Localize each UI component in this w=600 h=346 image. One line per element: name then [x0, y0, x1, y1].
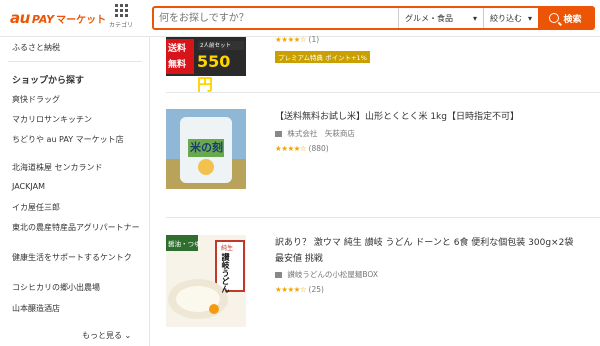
premium-badge: プレミアム特典 ポイント+1%: [275, 51, 370, 63]
star-rating-icon: ★★★★☆: [275, 144, 307, 153]
star-rating-icon: ★★★★☆: [275, 285, 307, 294]
chevron-down-icon: ▾: [527, 13, 532, 23]
logo-market: マーケット: [56, 15, 107, 26]
product-list: 送料 無料 2人前セット 550円 ★★★★☆ (1) プレミアム特典 ポイント…: [150, 35, 600, 346]
shops-heading: ショップから探す: [12, 76, 85, 86]
rating-count: (25): [308, 285, 324, 294]
divider: [8, 61, 142, 62]
filter-select[interactable]: 絞り込む ▾: [483, 8, 538, 28]
product-title[interactable]: 【送料無料お試し米】山形とくとく米 1kg【日時指定不可】: [275, 109, 519, 122]
search-icon: [549, 13, 560, 23]
product-title[interactable]: 訳あり？ 激ウマ 純生 讃岐 うどん ドーンと 6食 便利な個包装 300g×2…: [275, 235, 600, 248]
sidebar-shop-item[interactable]: 山本醸造酒店: [12, 303, 60, 314]
star-rating-icon: ★★★★☆: [275, 35, 307, 44]
rating: ★★★★☆ (1): [275, 35, 319, 44]
product-title-line2[interactable]: 最安値 挑戦: [275, 251, 323, 264]
rating-count: (1): [308, 35, 320, 44]
shop-name-label: 讃岐うどんの小松屋麺BOX: [287, 270, 378, 279]
filter-select-label: 絞り込む: [490, 13, 522, 23]
sidebar-shop-item[interactable]: JACKJAM: [12, 182, 45, 191]
sidebar-shop-item[interactable]: イカ屋任三郎: [12, 202, 60, 213]
sidebar-shop-item[interactable]: コシヒカリの郷小出農場: [12, 282, 100, 293]
shop-name[interactable]: 讃岐うどんの小松屋麺BOX: [275, 269, 378, 280]
thumb-text: 無料: [168, 60, 187, 70]
grid-icon: [114, 4, 128, 17]
genre-select-label: グルメ・食品: [405, 13, 453, 23]
product-thumbnail[interactable]: 送料 無料 2人前セット 550円: [166, 37, 246, 94]
product-image: [166, 235, 246, 327]
divider: [166, 92, 600, 93]
rating: ★★★★☆ (880): [275, 144, 329, 153]
sidebar-shop-item[interactable]: 爽快ドラッグ: [12, 94, 60, 105]
rating-count: (880): [308, 144, 329, 153]
thumb-price: 550円: [197, 52, 231, 94]
genre-select[interactable]: グルメ・食品 ▾: [398, 8, 483, 28]
more-label: もっと見る: [82, 331, 122, 340]
category-button[interactable]: カテゴリ: [106, 4, 136, 34]
shop-icon: [275, 131, 282, 137]
shop-name[interactable]: 株式会社 矢萩商店: [275, 128, 355, 139]
divider: [166, 217, 600, 218]
thumb-text: 送料: [168, 44, 187, 54]
sidebar-shop-item[interactable]: 北海道株屋 センカランド: [12, 162, 103, 173]
thumb-text: 醤油・つゆ: [168, 240, 201, 248]
chevron-down-icon: ⌄: [124, 331, 132, 340]
au-pay-market-logo[interactable]: au PAY マーケット: [10, 9, 106, 27]
search-input[interactable]: [154, 8, 398, 28]
top-header: au PAY マーケット カテゴリ グルメ・食品 ▾ 絞り込む ▾ 検索: [0, 0, 600, 37]
more-link[interactable]: もっと見る ⌄: [82, 330, 131, 341]
thumb-label: 讃岐うどん: [221, 253, 230, 293]
product-thumbnail[interactable]: 醤油・つゆ 純生 讃岐うどん: [166, 235, 246, 327]
shop-icon: [275, 272, 282, 278]
sidebar-shop-item[interactable]: ちどりや au PAY マーケット店: [12, 134, 124, 145]
search-bar: グルメ・食品 ▾ 絞り込む ▾ 検索: [152, 6, 595, 30]
logo-pay: PAY: [31, 13, 55, 26]
shop-name-label: 株式会社 矢萩商店: [287, 129, 355, 138]
rating: ★★★★☆ (25): [275, 285, 324, 294]
thumb-label: 米の刻: [190, 141, 223, 154]
product-thumbnail[interactable]: 米の刻: [166, 109, 246, 189]
thumb-text: 2人前セット: [200, 43, 231, 49]
sidebar-item-furusato[interactable]: ふるさと納税: [12, 42, 60, 53]
sidebar-shop-item[interactable]: 健康生活をサポートするケントク: [12, 252, 132, 263]
search-button-label: 検索: [563, 14, 582, 25]
search-button[interactable]: 検索: [538, 8, 593, 28]
sidebar-shop-item[interactable]: 東北の農産特産品アグリパートナー: [12, 222, 140, 233]
sidebar-shop-item[interactable]: マカリロサンキッチン: [12, 114, 92, 125]
thumb-text: 純生: [221, 245, 234, 252]
category-label: カテゴリ: [108, 22, 133, 29]
logo-au: au: [10, 9, 30, 27]
sidebar: ふるさと納税 ショップから探す 爽快ドラッグ マカリロサンキッチン ちどりや a…: [0, 37, 150, 346]
chevron-down-icon: ▾: [472, 13, 477, 23]
